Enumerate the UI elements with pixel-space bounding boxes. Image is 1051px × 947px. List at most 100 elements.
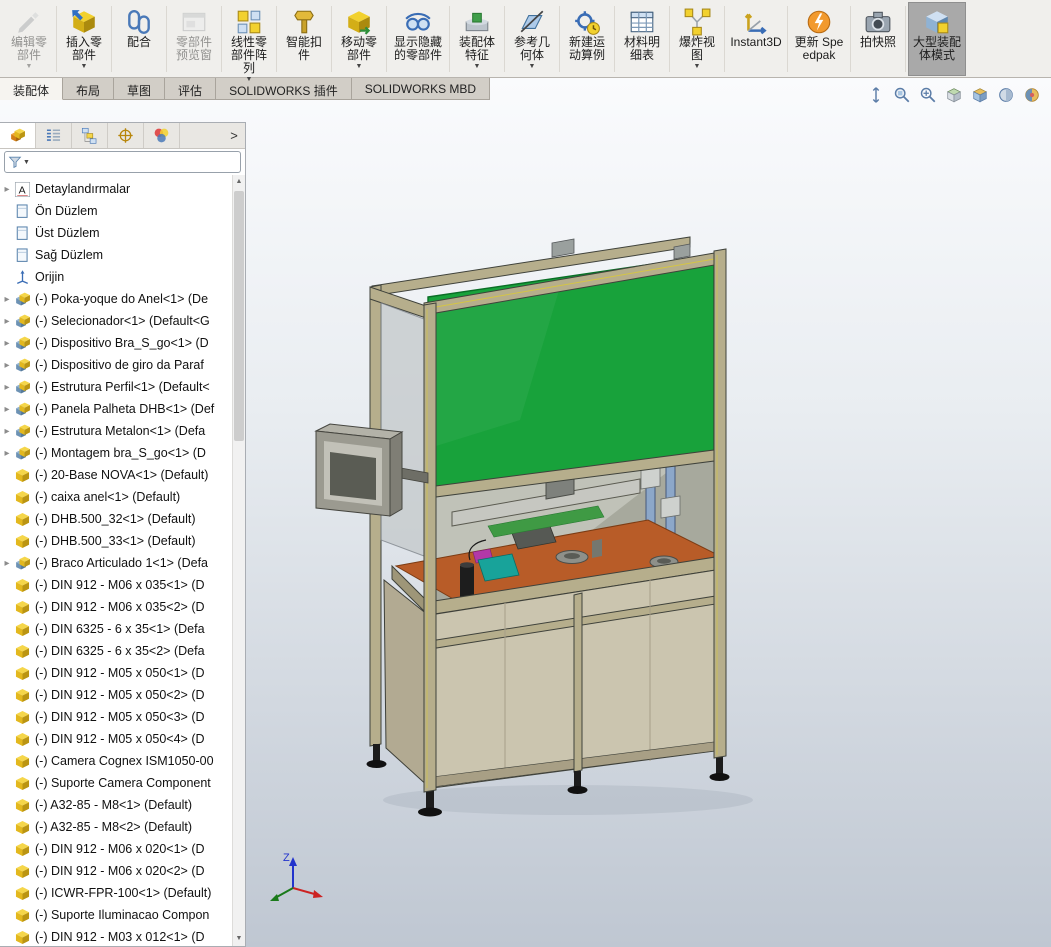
tree-item-30[interactable]: (-) DIN 912 - M06 x 020<1> (D	[0, 838, 232, 860]
panel-tab-property-manager[interactable]	[36, 123, 72, 148]
part-icon	[14, 511, 31, 528]
tree-item-2[interactable]: Üst Düzlem	[0, 222, 232, 244]
tree-item-1[interactable]: Ön Düzlem	[0, 200, 232, 222]
asm-icon	[14, 335, 31, 352]
tree-item-14[interactable]: (-) caixa anel<1> (Default)	[0, 486, 232, 508]
command-tab-装配体[interactable]: 装配体	[0, 78, 63, 100]
expand-arrow-icon[interactable]: ▸	[0, 558, 14, 569]
ribbon-button-mate[interactable]: 配合	[114, 2, 164, 76]
ribbon-button-edit-component[interactable]: 编辑零部件 ▼	[4, 2, 54, 76]
tree-item-24[interactable]: (-) DIN 912 - M05 x 050<3> (D	[0, 706, 232, 728]
feature-tree-wrap: ▸ A Detaylandırmalar Ön Düzlem Üst Düzle…	[0, 175, 245, 946]
tree-item-0[interactable]: ▸ A Detaylandırmalar	[0, 178, 232, 200]
ribbon-button-assembly-features[interactable]: 装配体特征 ▼	[452, 2, 502, 76]
expand-arrow-icon[interactable]: ▸	[0, 382, 14, 393]
zoom-fit-icon[interactable]	[893, 86, 911, 104]
panel-tab-display-manager[interactable]	[144, 123, 180, 148]
tree-item-15[interactable]: (-) DHB.500_32<1> (Default)	[0, 508, 232, 530]
tree-item-13[interactable]: (-) 20-Base NOVA<1> (Default)	[0, 464, 232, 486]
tree-item-7[interactable]: ▸ (-) Dispositivo Bra_S_go<1> (D	[0, 332, 232, 354]
expand-arrow-icon[interactable]: ▸	[0, 426, 14, 437]
tree-item-27[interactable]: (-) Suporte Camera Component	[0, 772, 232, 794]
command-tab-SOLIDWORKS MBD[interactable]: SOLIDWORKS MBD	[352, 78, 490, 100]
tree-item-17[interactable]: ▸ (-) Braco Articulado 1<1> (Defa	[0, 552, 232, 574]
filter-funnel-icon[interactable]	[8, 155, 22, 169]
ribbon-button-component-preview-window[interactable]: 零部件预览窗	[169, 2, 219, 76]
tree-item-4[interactable]: Orijin	[0, 266, 232, 288]
section-view-icon[interactable]	[945, 86, 963, 104]
ribbon-button-reference-geometry[interactable]: 参考几何体 ▼	[507, 2, 557, 76]
ribbon-button-take-snapshot[interactable]: 拍快照	[853, 2, 903, 76]
scroll-thumb[interactable]	[234, 191, 244, 441]
panel-expand-chevron[interactable]: >	[223, 123, 245, 148]
panel-tab-configuration-manager[interactable]	[72, 123, 108, 148]
tree-item-28[interactable]: (-) A32-85 - M8<1> (Default)	[0, 794, 232, 816]
tree-item-18[interactable]: (-) DIN 912 - M06 x 035<1> (D	[0, 574, 232, 596]
tree-item-9[interactable]: ▸ (-) Estrutura Perfil<1> (Default<	[0, 376, 232, 398]
dropdown-arrow-icon[interactable]: ▼	[529, 62, 536, 72]
dropdown-arrow-icon[interactable]: ▼	[26, 62, 33, 72]
tree-item-21[interactable]: (-) DIN 6325 - 6 x 35<2> (Defa	[0, 640, 232, 662]
expand-arrow-icon[interactable]: ▸	[0, 360, 14, 371]
tree-item-12[interactable]: ▸ (-) Montagem bra_S_go<1> (D	[0, 442, 232, 464]
tree-item-23[interactable]: (-) DIN 912 - M05 x 050<2> (D	[0, 684, 232, 706]
dropdown-arrow-icon[interactable]: ▼	[694, 62, 701, 72]
previous-view-icon[interactable]	[867, 86, 885, 104]
ribbon-button-new-motion-study[interactable]: 新建运动算例	[562, 2, 612, 76]
tree-item-10[interactable]: ▸ (-) Panela Palheta DHB<1> (Def	[0, 398, 232, 420]
ribbon-button-insert-component[interactable]: 插入零部件 ▼	[59, 2, 109, 76]
ribbon-button-instant3d[interactable]: Instant3D	[727, 2, 785, 76]
dropdown-arrow-icon[interactable]: ▼	[81, 62, 88, 72]
filter-box[interactable]: ▼	[4, 151, 241, 173]
dropdown-arrow-icon[interactable]: ▼	[356, 62, 363, 72]
expand-arrow-icon[interactable]: ▸	[0, 184, 14, 195]
panel-tab-dimxpert-manager[interactable]	[108, 123, 144, 148]
tree-item-19[interactable]: (-) DIN 912 - M06 x 035<2> (D	[0, 596, 232, 618]
tree-item-33[interactable]: (-) Suporte Iluminacao Compon	[0, 904, 232, 926]
tree-item-32[interactable]: (-) ICWR-FPR-100<1> (Default)	[0, 882, 232, 904]
tree-item-34[interactable]: (-) DIN 912 - M03 x 012<1> (D	[0, 926, 232, 946]
expand-arrow-icon[interactable]: ▸	[0, 294, 14, 305]
tree-item-5[interactable]: ▸ (-) Poka-yoque do Anel<1> (De	[0, 288, 232, 310]
dropdown-arrow-icon[interactable]: ▼	[246, 75, 253, 85]
tree-item-29[interactable]: (-) A32-85 - M8<2> (Default)	[0, 816, 232, 838]
tree-scrollbar[interactable]: ▲ ▼	[232, 175, 245, 946]
scroll-down-icon[interactable]: ▼	[233, 932, 245, 946]
edit-appearance-icon[interactable]	[1023, 86, 1041, 104]
expand-arrow-icon[interactable]: ▸	[0, 338, 14, 349]
tree-item-3[interactable]: Sağ Düzlem	[0, 244, 232, 266]
ribbon-button-smart-fasteners[interactable]: 智能扣件	[279, 2, 329, 76]
view-orientation-icon[interactable]	[971, 86, 989, 104]
ribbon-button-linear-component-pattern[interactable]: 线性零部件阵列 ▼	[224, 2, 274, 76]
command-tab-布局[interactable]: 布局	[63, 78, 114, 100]
display-style-icon[interactable]	[997, 86, 1015, 104]
tree-item-8[interactable]: ▸ (-) Dispositivo de giro da Paraf	[0, 354, 232, 376]
part-icon	[14, 489, 31, 506]
tree-item-11[interactable]: ▸ (-) Estrutura Metalon<1> (Defa	[0, 420, 232, 442]
expand-arrow-icon[interactable]: ▸	[0, 316, 14, 327]
dropdown-arrow-icon[interactable]: ▼	[474, 62, 481, 72]
tree-item-25[interactable]: (-) DIN 912 - M05 x 050<4> (D	[0, 728, 232, 750]
command-tab-评估[interactable]: 评估	[165, 78, 216, 100]
ribbon-button-bill-of-materials[interactable]: 材料明细表	[617, 2, 667, 76]
ribbon-button-update-speedpak[interactable]: 更新 Speedpak	[790, 2, 848, 76]
tree-item-26[interactable]: (-) Camera Cognex ISM1050-00	[0, 750, 232, 772]
tree-item-22[interactable]: (-) DIN 912 - M05 x 050<1> (D	[0, 662, 232, 684]
tree-item-20[interactable]: (-) DIN 6325 - 6 x 35<1> (Defa	[0, 618, 232, 640]
scroll-up-icon[interactable]: ▲	[233, 175, 245, 189]
expand-arrow-icon[interactable]: ▸	[0, 448, 14, 459]
ribbon-button-show-hidden-components[interactable]: 显示隐藏的零部件	[389, 2, 447, 76]
ribbon-button-move-component[interactable]: 移动零部件 ▼	[334, 2, 384, 76]
tree-item-16[interactable]: (-) DHB.500_33<1> (Default)	[0, 530, 232, 552]
filter-dropdown-icon[interactable]: ▼	[23, 159, 30, 166]
expand-arrow-icon[interactable]: ▸	[0, 404, 14, 415]
tree-item-31[interactable]: (-) DIN 912 - M06 x 020<2> (D	[0, 860, 232, 882]
command-tab-SOLIDWORKS 插件[interactable]: SOLIDWORKS 插件	[216, 78, 352, 100]
ribbon-button-large-assembly-mode[interactable]: 大型装配体模式	[908, 2, 966, 76]
ribbon-button-exploded-view[interactable]: 爆炸视图 ▼	[672, 2, 722, 76]
filter-input[interactable]	[33, 153, 237, 171]
zoom-area-icon[interactable]	[919, 86, 937, 104]
command-tab-草图[interactable]: 草图	[114, 78, 165, 100]
tree-item-6[interactable]: ▸ (-) Selecionador<1> (Default<G	[0, 310, 232, 332]
panel-tab-feature-manager[interactable]	[0, 123, 36, 148]
